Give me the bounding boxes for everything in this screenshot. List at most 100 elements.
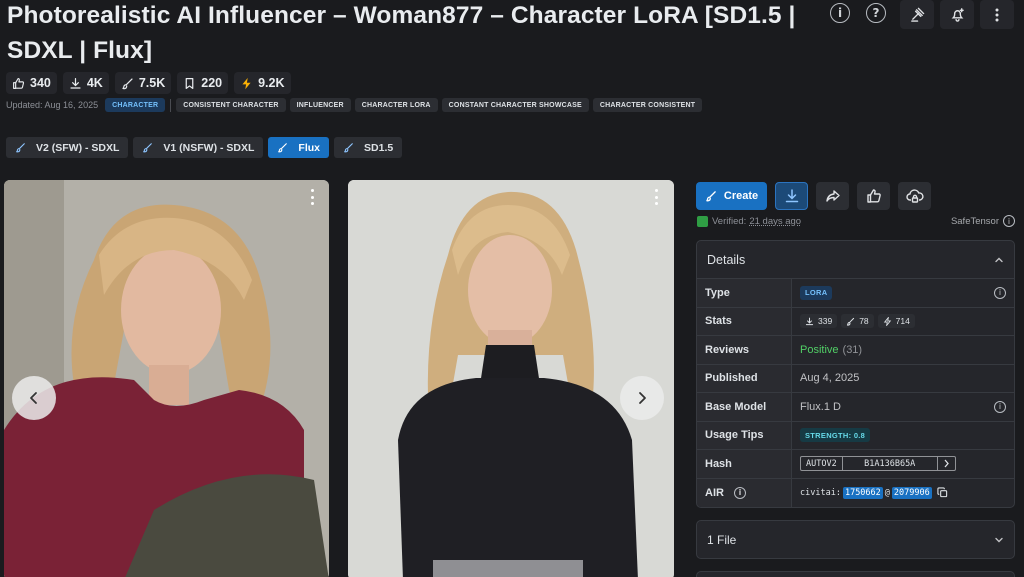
notify-button[interactable] [940,0,974,29]
cloud-save-button[interactable] [898,182,931,210]
generations-count: 7.5K [138,76,166,90]
version-tab-v2-sdxl[interactable]: V2 (SFW) - SDXL [6,137,129,158]
more-options-button[interactable] [980,0,1014,29]
meta-row: Updated: Aug 16, 2025 CHARACTER CONSISTE… [6,97,703,113]
published-date: Aug 4, 2025 [800,372,860,385]
brush-icon [278,143,288,153]
air-prefix: civitai: [800,487,841,498]
brush-icon [16,143,25,153]
brush-icon [847,317,855,326]
strength-badge: STRENGTH: 0.8 [800,428,871,443]
tag-chip[interactable]: CONSISTENT CHARACTER [176,98,286,112]
download-button[interactable] [775,182,808,210]
next-image-button[interactable] [620,376,664,420]
portrait-image [4,180,329,577]
create-button-label: Create [723,190,759,202]
safetensor-label: SafeTensor i [951,215,1015,227]
version-tab-label: Flux [298,141,321,154]
hammer-icon [910,7,924,22]
kebab-menu-icon[interactable] [650,189,662,205]
kebab-menu-icon[interactable] [306,189,318,205]
tag-chip[interactable]: CONSTANT CHARACTER SHOWCASE [441,98,589,112]
stats-row: 340 4K 7.5K 220 9.2K [6,72,291,94]
reviews-sentiment[interactable]: Positive [800,344,839,356]
version-tab-v1-sdxl[interactable]: V1 (NSFW) - SDXL [133,137,264,158]
air-label: AIR [705,486,724,499]
share-icon [825,190,840,202]
download-icon [70,77,81,89]
tag-chip[interactable]: INFLUENCER [289,98,351,112]
hash-value[interactable]: B1A136B65A [843,457,938,471]
share-button[interactable] [816,182,849,210]
type-badge: LORA [800,285,833,300]
chevron-right-icon [639,392,646,404]
version-tabs: V2 (SFW) - SDXL V1 (NSFW) - SDXL Flux SD… [6,137,403,158]
thumbs-up-icon [866,189,881,203]
create-button[interactable]: Create [696,182,767,210]
verification-row: Verified: 21 days ago SafeTensor i [697,214,1015,228]
version-tab-label: SD1.5 [364,141,394,154]
row-label: AIR i [697,478,792,507]
details-header[interactable]: Details [697,241,1014,279]
info-icon[interactable]: i [994,400,1006,413]
row-label: Published [697,364,792,392]
updated-date: Updated: Aug 16, 2025 [6,100,99,110]
version-tab-label: V2 (SFW) - SDXL [36,141,120,154]
row-label: Stats [697,307,792,335]
showcase-image-1[interactable] [4,180,329,577]
moderator-hammer-button[interactable] [900,0,934,29]
bookmarks-count: 220 [201,76,223,90]
copy-icon[interactable] [937,487,948,498]
help-icon[interactable]: ? [866,3,886,23]
tag-divider [170,98,172,112]
details-row-type: Type LORA i [697,279,1014,308]
bell-plus-icon [951,8,964,22]
buzz-stat[interactable]: 9.2K [234,72,291,94]
brush-icon [143,143,153,153]
row-label: Type [697,279,792,307]
generations-stat: 7.5K [114,72,172,94]
air-model-id: 1750662 [842,486,883,499]
details-row-stats: Stats 339 78 714 [697,307,1014,336]
hash-selector[interactable]: AUTOV2 B1A136B65A [800,456,956,472]
download-icon [805,317,814,325]
info-icon[interactable]: i [830,3,850,23]
bookmarks-stat[interactable]: 220 [177,72,229,94]
details-row-hash: Hash AUTOV2 B1A136B65A [697,450,1014,479]
chevron-up-icon [995,257,1003,262]
info-icon[interactable]: i [994,286,1006,299]
chevron-right-icon[interactable] [938,457,955,470]
details-row-base-model: Base Model Flux.1 D i [697,393,1014,422]
verified-prefix: Verified: [712,215,747,227]
bookmark-icon [185,77,194,89]
showcase-image-2[interactable] [348,180,674,577]
tag-chip[interactable]: CHARACTER LORA [354,98,438,112]
details-title: Details [707,252,746,267]
tag-chip[interactable]: CHARACTER [105,98,166,112]
likes-stat[interactable]: 340 [6,72,57,94]
model-actions: Create [696,182,931,210]
air-version-id: 2079906 [891,486,932,499]
kebab-menu-icon [995,8,999,21]
like-button[interactable] [857,182,890,210]
buzz-count: 9.2K [258,76,285,90]
info-icon[interactable]: i [1003,215,1015,227]
details-row-air: AIR i civitai: 1750662 @ 2079906 [697,478,1014,507]
previous-image-button[interactable] [12,376,56,420]
tag-chip[interactable]: CHARACTER CONSISTENT [592,98,703,112]
thumbs-up-icon [13,77,25,89]
verified-shield-icon [697,215,708,227]
air-identifier[interactable]: civitai: 1750662 @ 2079906 [800,486,948,499]
files-accordion[interactable]: 1 File [696,520,1015,559]
version-tab-sd15[interactable]: SD1.5 [334,137,403,158]
row-label: Base Model [697,393,792,421]
downloads-chip: 339 [800,314,838,329]
lightning-bolt-icon [242,77,251,89]
row-label: Reviews [697,336,792,364]
downloads-value: 339 [818,316,833,327]
portrait-image [348,180,674,577]
air-at: @ [884,487,890,498]
info-icon[interactable]: i [733,486,746,499]
version-tab-flux[interactable]: Flux [268,137,330,158]
details-row-published: Published Aug 4, 2025 [697,364,1014,393]
